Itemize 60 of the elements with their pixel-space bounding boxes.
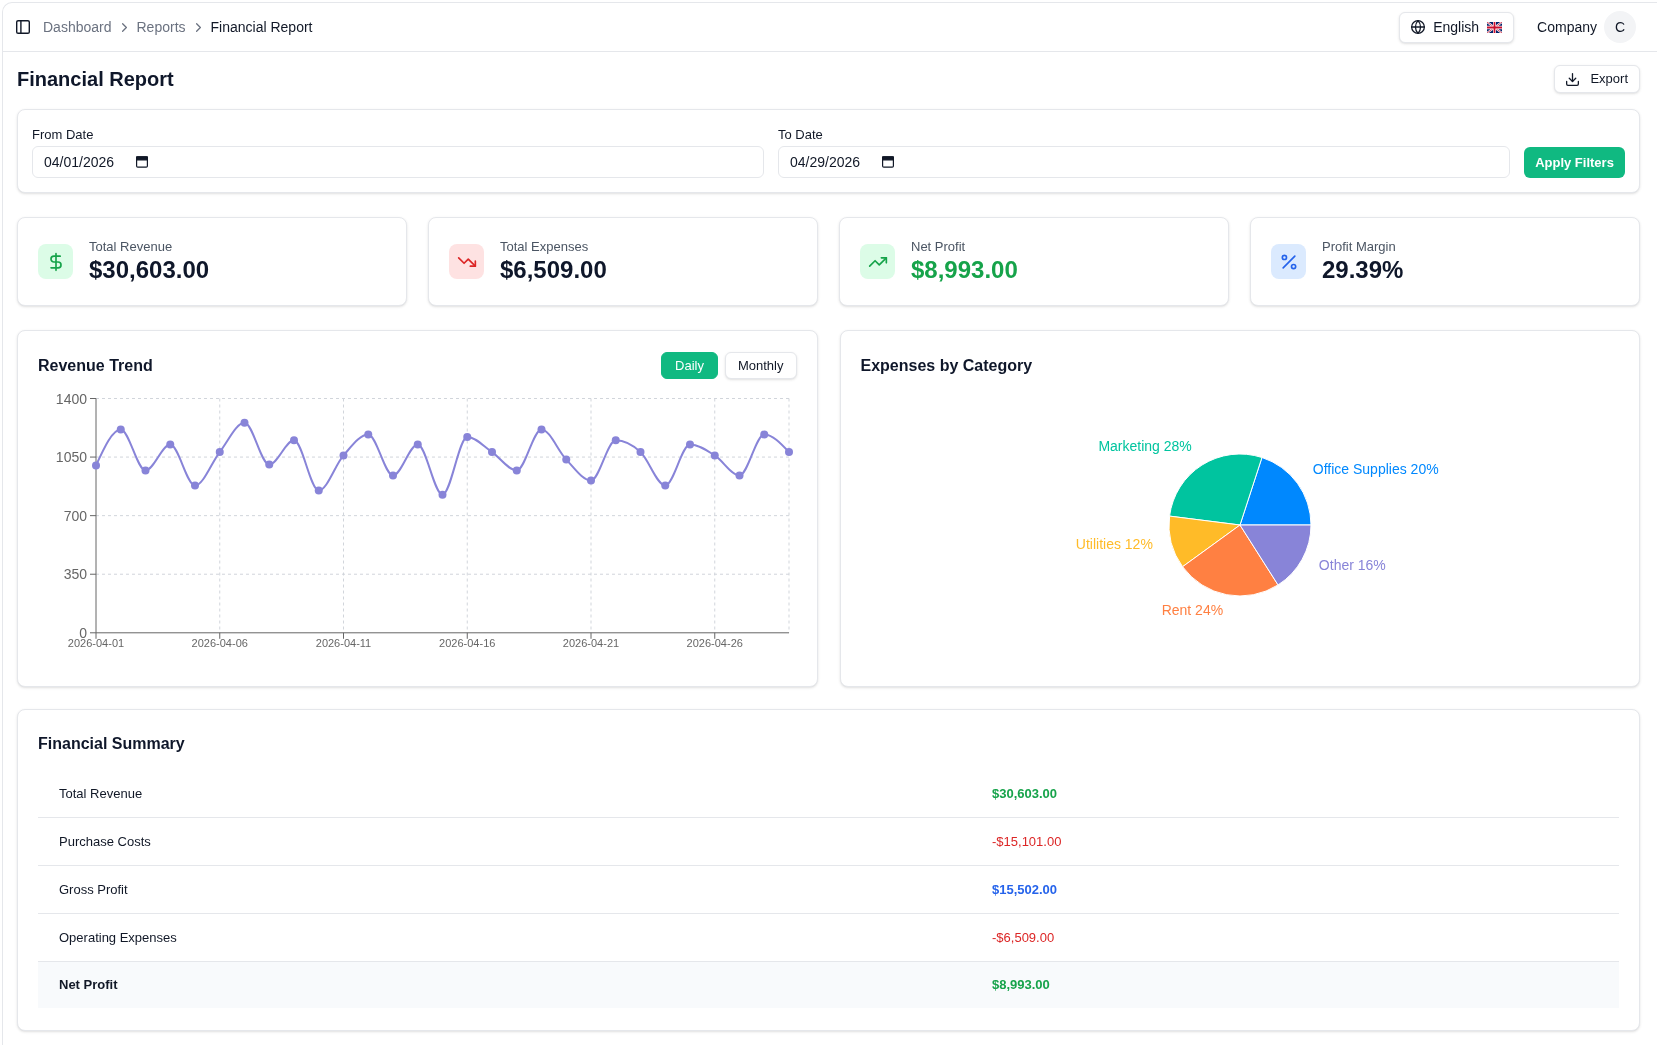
axis-tick-label: 2026-04-16 xyxy=(439,636,496,649)
card-title: Revenue Trend xyxy=(38,355,153,376)
field-label: From Date xyxy=(32,127,94,143)
stat-value: 29.39% xyxy=(1322,254,1404,285)
table-cell-text: $8,993.00 xyxy=(991,976,1051,995)
download-icon xyxy=(1566,72,1580,86)
axis-tick-label: 2026-04-11 xyxy=(315,636,372,649)
table-cell-text: -$6,509.00 xyxy=(991,928,1056,947)
breadcrumb-link[interactable]: Dashboard xyxy=(43,16,112,38)
table-cell-text: Net Profit xyxy=(58,976,119,995)
percent-icon xyxy=(1271,244,1306,279)
card-title: Expenses by Category xyxy=(860,355,1033,376)
stat-label: Net Profit xyxy=(911,238,966,255)
dollar-icon xyxy=(38,244,73,279)
axis-tick-label: 2026-04-21 xyxy=(562,636,620,649)
calendar-icon xyxy=(882,156,895,168)
axis-tick-label: 2026-04-06 xyxy=(191,636,248,649)
stat-label: Total Revenue xyxy=(89,238,173,255)
table-cell-text: $15,502.00 xyxy=(991,880,1059,899)
table-cell-text: Total Revenue xyxy=(58,784,144,803)
breadcrumb-link[interactable]: Reports xyxy=(136,16,186,38)
date-field[interactable]: 04/01/2026 xyxy=(32,146,764,178)
stat-value: $8,993.00 xyxy=(911,254,1018,285)
trending-down-icon xyxy=(449,244,484,279)
chevron-right-icon xyxy=(195,22,201,32)
trending-up-icon xyxy=(860,244,895,279)
stat-label: Profit Margin xyxy=(1322,238,1396,255)
flag-icon xyxy=(1487,21,1503,33)
slice-label: Office Supplies 20% xyxy=(1312,461,1439,478)
stat-label: Total Expenses xyxy=(500,238,589,255)
axis-tick-label: 350 xyxy=(63,566,87,583)
view-tab[interactable]: Monthly xyxy=(724,352,797,379)
chevron-right-icon xyxy=(121,22,127,32)
card-title: Financial Summary xyxy=(38,734,185,754)
axis-tick-label: 1400 xyxy=(55,390,87,407)
avatar[interactable]: C xyxy=(1604,11,1636,43)
table-cell-text: Purchase Costs xyxy=(58,832,152,851)
axis-tick-label: 1050 xyxy=(55,449,87,466)
breadcrumb-current: Financial Report xyxy=(210,17,313,37)
table-cell-text: Gross Profit xyxy=(58,880,129,899)
date-field[interactable]: 04/29/2026 xyxy=(778,146,1510,178)
language-button[interactable]: English xyxy=(1399,11,1515,43)
slice-label: Other 16% xyxy=(1318,557,1386,574)
export-button[interactable]: Export xyxy=(1554,65,1640,93)
page-title: Financial Report xyxy=(17,67,174,91)
axis-tick-label: 2026-04-26 xyxy=(686,636,743,649)
account-name: Company xyxy=(1537,17,1597,37)
field-label: To Date xyxy=(778,127,823,143)
slice-label: Rent 24% xyxy=(1161,602,1223,619)
table-cell-text: $30,603.00 xyxy=(991,784,1059,803)
sidebar-toggle-icon[interactable] xyxy=(16,20,30,34)
globe-icon xyxy=(1411,20,1426,34)
table-cell-text: Operating Expenses xyxy=(58,928,178,947)
stat-value: $6,509.00 xyxy=(500,254,607,285)
slice-label: Utilities 12% xyxy=(1075,536,1153,553)
table-cell-text: -$15,101.00 xyxy=(991,832,1063,851)
stat-value: $30,603.00 xyxy=(89,254,210,285)
axis-tick-label: 700 xyxy=(63,507,87,524)
calendar-icon xyxy=(136,156,149,168)
slice-label: Marketing 28% xyxy=(1097,438,1192,454)
